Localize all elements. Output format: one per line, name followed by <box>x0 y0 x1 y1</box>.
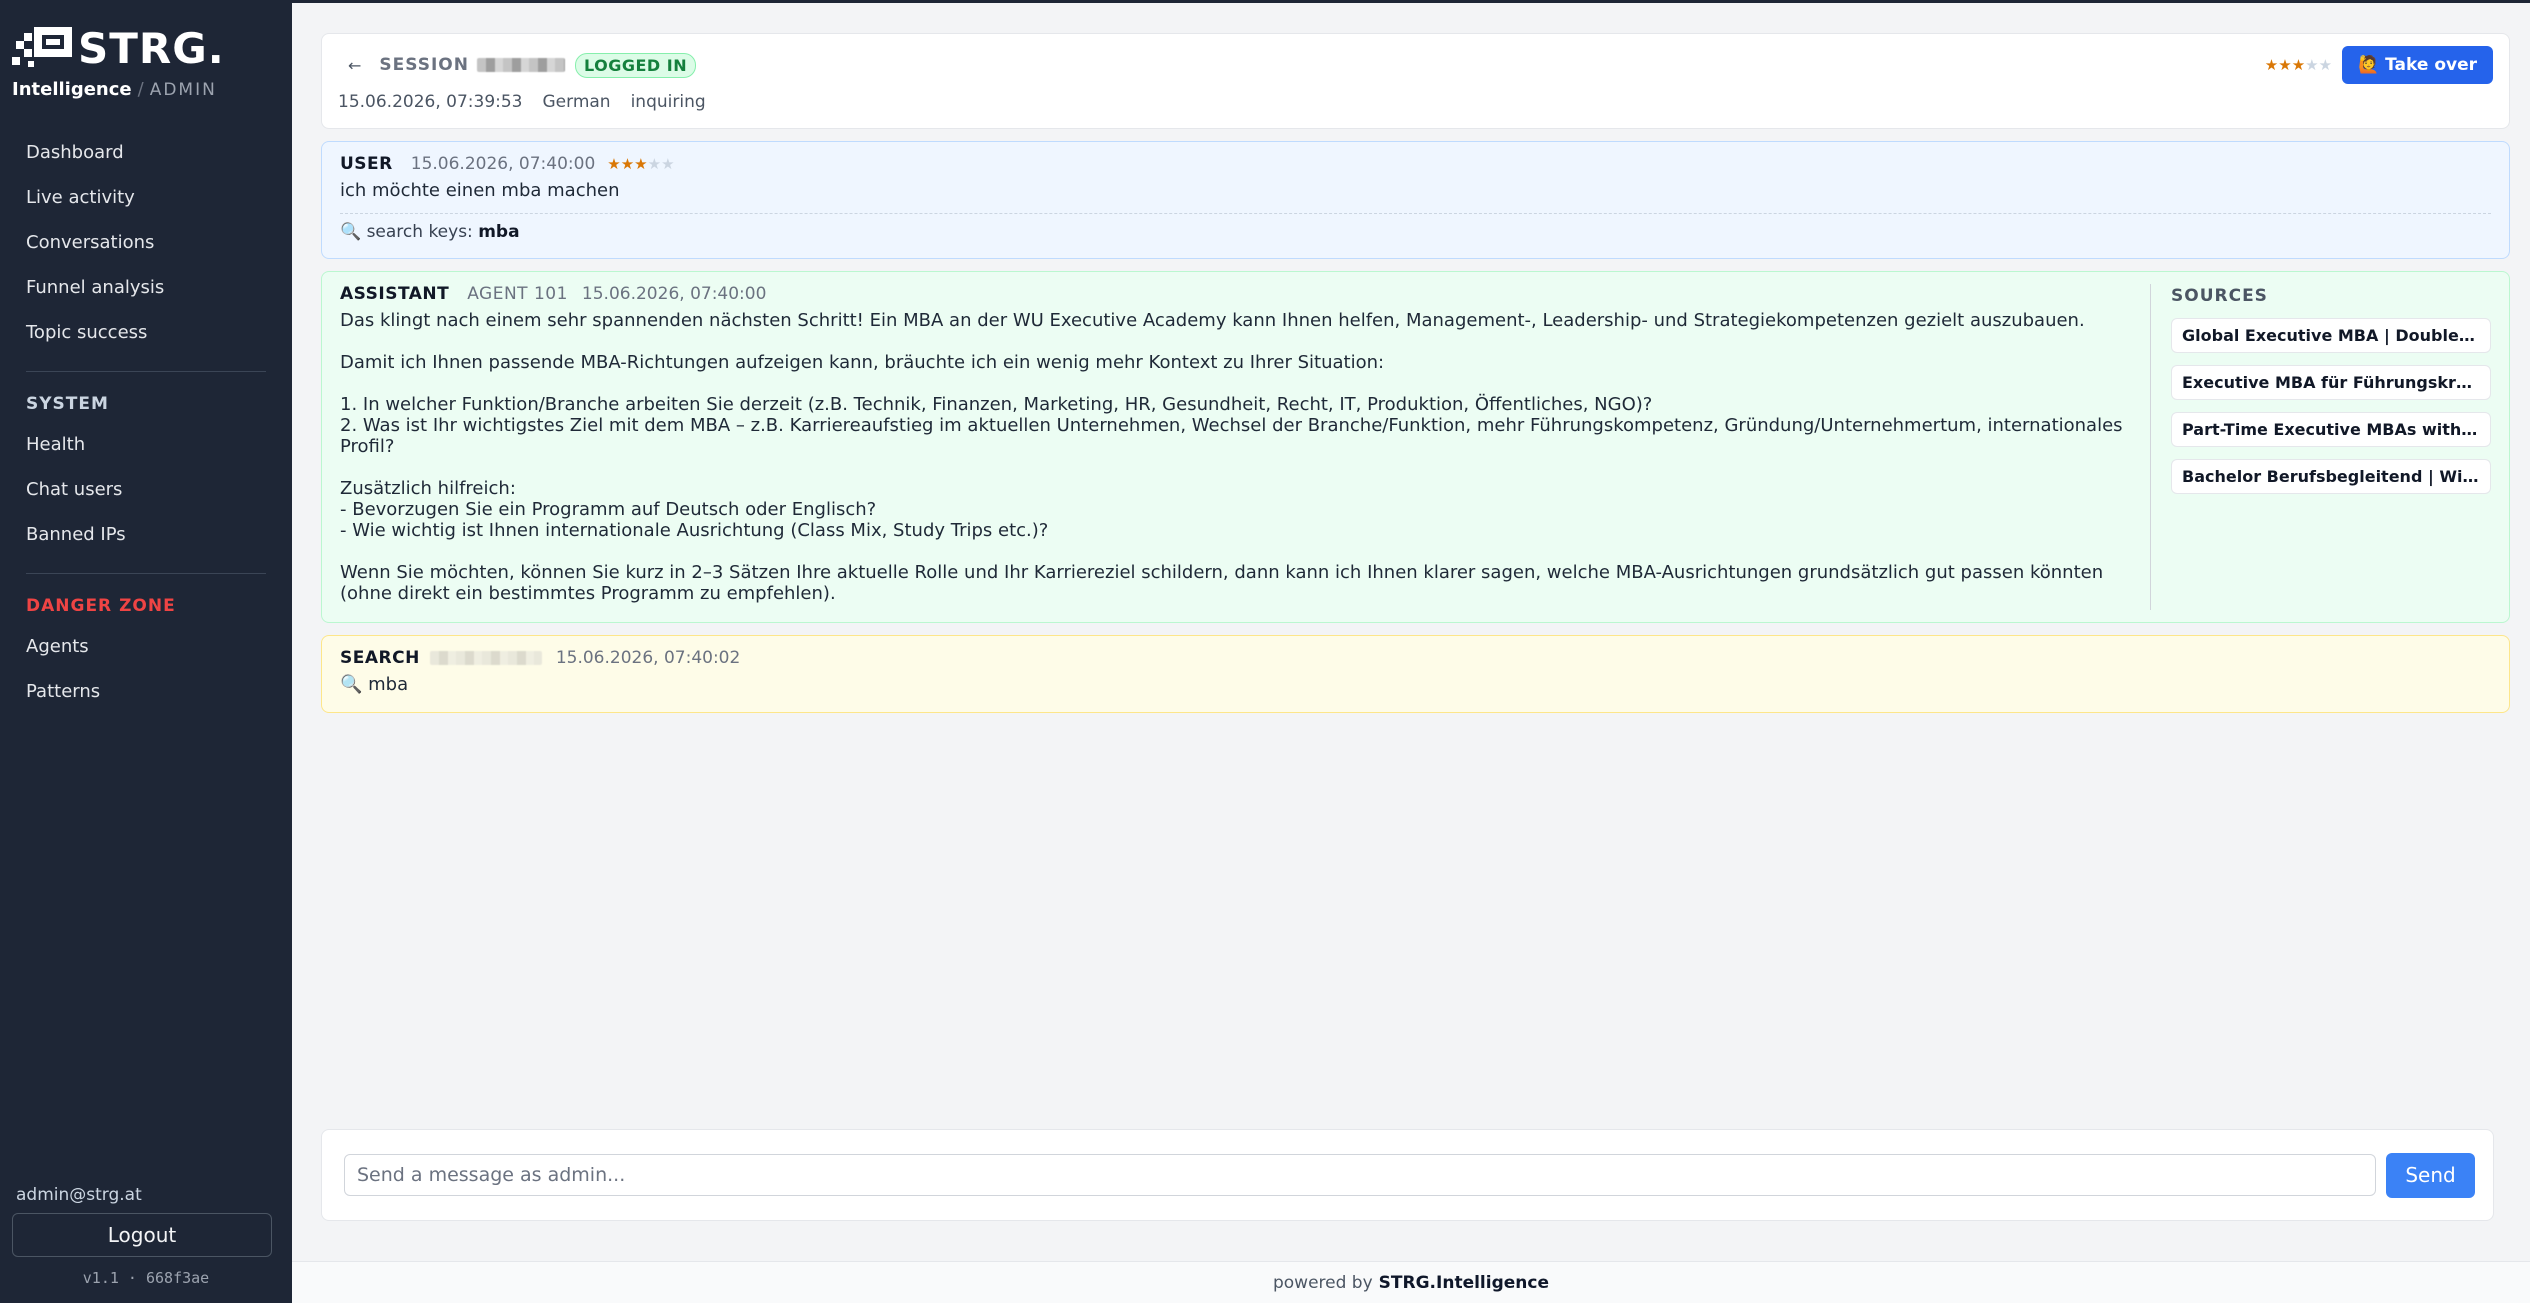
pixel-logo-icon <box>12 27 72 71</box>
assistant-message: ASSISTANT AGENT 101 15.06.2026, 07:40:00… <box>321 271 2510 623</box>
session-intent: inquiring <box>630 92 706 112</box>
message-text: ich möchte einen mba machen <box>340 180 620 201</box>
search-event: SEARCH 15.06.2026, 07:40:02 🔍 mba <box>321 635 2510 713</box>
footer-powered-by: powered by <box>1272 1272 1373 1293</box>
nav-heading-system: SYSTEM <box>26 394 109 414</box>
star-filled-icon: ★ <box>2291 56 2306 74</box>
source-link[interactable]: Part-Time Executive MBAs with a Global <box>2171 412 2491 447</box>
nav-item-funnel-analysis[interactable]: Funnel analysis <box>12 265 280 310</box>
main-panel: ← SESSION LOGGED IN ★★★★★ 🙋 Take over 15… <box>292 3 2530 1303</box>
nav-item-health[interactable]: Health <box>12 422 280 467</box>
star-empty-icon: ★ <box>647 155 662 173</box>
search-keys-label: 🔍 search keys: <box>340 222 473 242</box>
message-role: USER <box>340 154 393 174</box>
status-badge: LOGGED IN <box>575 52 697 78</box>
star-filled-icon: ★ <box>2264 56 2279 74</box>
search-query: 🔍 mba <box>340 674 409 695</box>
nav-item-banned-ips[interactable]: Banned IPs <box>12 512 280 557</box>
session-language: German <box>542 92 611 112</box>
source-link[interactable]: Bachelor Berufsbegleitend | Wirtschaft <box>2171 459 2491 494</box>
account-email: admin@strg.at <box>16 1185 142 1205</box>
nav-item-topic-success[interactable]: Topic success <box>12 310 280 355</box>
session-header: ← SESSION LOGGED IN ★★★★★ 🙋 Take over 15… <box>321 33 2510 129</box>
star-filled-icon: ★ <box>634 155 648 173</box>
nav-item-patterns[interactable]: Patterns <box>12 669 280 714</box>
user-message: USER 15.06.2026, 07:40:00 ★★★★★ ich möch… <box>321 141 2510 259</box>
sources-panel: SOURCES Global Executive MBA | Double De… <box>2151 284 2491 610</box>
main-nav: Dashboard Live activity Conversations Fu… <box>12 130 280 714</box>
nav-item-dashboard[interactable]: Dashboard <box>12 130 280 175</box>
nav-divider <box>26 371 266 372</box>
message-timestamp: 15.06.2026, 07:40:02 <box>555 648 741 668</box>
star-filled-icon: ★ <box>620 155 635 173</box>
sources-title: SOURCES <box>2171 286 2268 306</box>
session-started: 15.06.2026, 07:39:53 <box>338 92 523 112</box>
nav-divider <box>26 573 266 574</box>
conversation-view: ← SESSION LOGGED IN ★★★★★ 🙋 Take over 15… <box>292 3 2530 1221</box>
redacted-search-id <box>429 651 542 665</box>
version-label: v1.1 · 668f3ae <box>82 1269 210 1287</box>
message-timestamp: 15.06.2026, 07:40:00 <box>410 154 596 174</box>
session-label: SESSION <box>379 55 469 75</box>
search-keys-value: mba <box>478 222 520 242</box>
brand-intelligence: Intelligence <box>12 79 132 100</box>
footer-brand[interactable]: STRG.Intelligence <box>1379 1273 1549 1293</box>
message-composer: Send <box>321 1129 2494 1221</box>
star-filled-icon: ★ <box>607 155 621 173</box>
redacted-session-id <box>477 58 565 72</box>
star-filled-icon: ★ <box>2278 56 2292 74</box>
arrow-left-icon[interactable]: ← <box>348 56 361 75</box>
logout-button[interactable]: Logout <box>12 1213 272 1257</box>
footer: powered by STRG.Intelligence <box>292 1261 2530 1303</box>
brand-wordmark: STRG. <box>78 24 225 73</box>
brand-admin: ADMIN <box>149 80 217 100</box>
star-empty-icon: ★ <box>2305 56 2319 74</box>
brand-logo[interactable]: STRG. <box>12 27 280 71</box>
nav-item-live-activity[interactable]: Live activity <box>12 175 280 220</box>
brand-slash: / <box>137 79 144 100</box>
brand-subtitle: Intelligence / ADMIN <box>12 79 280 100</box>
take-over-button[interactable]: 🙋 Take over <box>2342 46 2493 84</box>
admin-message-input[interactable] <box>344 1154 2376 1196</box>
source-link[interactable]: Global Executive MBA | Double Degree <box>2171 318 2491 353</box>
nav-heading-danger-zone: DANGER ZONE <box>26 596 176 616</box>
message-role: ASSISTANT <box>340 284 450 304</box>
send-button[interactable]: Send <box>2386 1152 2475 1198</box>
sidebar: STRG. Intelligence / ADMIN Dashboard Liv… <box>0 3 292 1303</box>
search-keys: 🔍 search keys: mba <box>340 222 2491 242</box>
nav-item-chat-users[interactable]: Chat users <box>12 467 280 512</box>
agent-name: AGENT 101 <box>467 284 568 304</box>
star-empty-icon: ★ <box>2318 56 2333 74</box>
message-text: Das klingt nach einem sehr spannenden nä… <box>340 310 2123 604</box>
message-timestamp: 15.06.2026, 07:40:00 <box>581 284 767 304</box>
message-role: SEARCH <box>340 648 420 668</box>
message-divider <box>340 213 2491 214</box>
star-empty-icon: ★ <box>661 155 675 173</box>
message-rating: ★★★★★ <box>607 155 674 173</box>
nav-item-conversations[interactable]: Conversations <box>12 220 280 265</box>
source-link[interactable]: Executive MBA für Führungskräfte | WU <box>2171 365 2491 400</box>
session-rating: ★★★★★ <box>2265 56 2332 74</box>
nav-item-agents[interactable]: Agents <box>12 624 280 669</box>
